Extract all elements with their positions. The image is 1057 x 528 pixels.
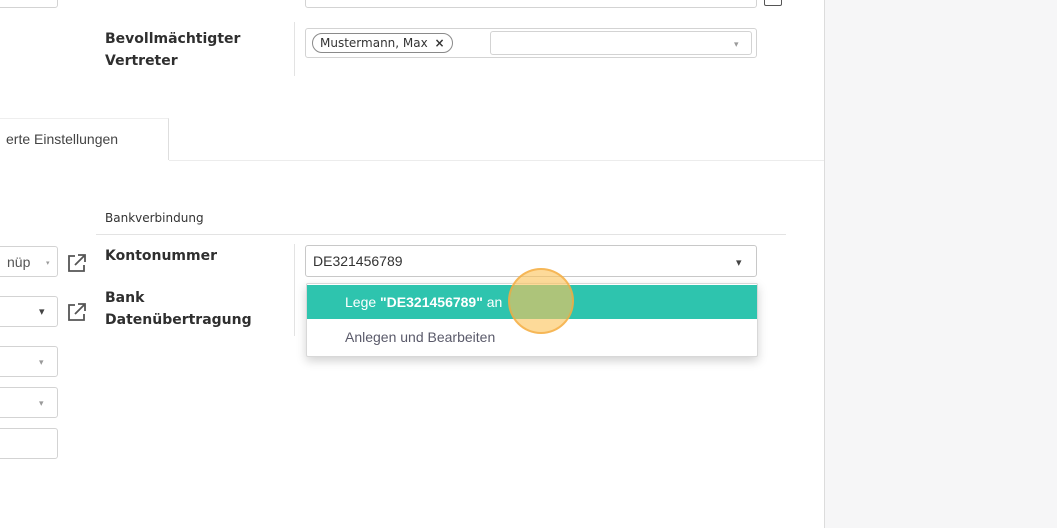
- left-select-field[interactable]: ▾: [0, 296, 58, 327]
- chevron-down-icon[interactable]: ▾: [734, 39, 739, 50]
- section-divider: [96, 234, 786, 235]
- create-option-prefix: Lege: [345, 294, 381, 310]
- form-sheet: Bevollmächtigter Vertreter Mustermann, M…: [0, 0, 825, 528]
- close-icon[interactable]: ×: [435, 36, 445, 50]
- representative-input[interactable]: [490, 31, 752, 55]
- tab-label: erte Einstellungen: [6, 131, 119, 147]
- chevron-down-icon[interactable]: ▾: [39, 398, 44, 409]
- bank-transfer-label: Bank Datenübertragung: [105, 290, 252, 328]
- chevron-down-icon[interactable]: ▾: [39, 305, 45, 318]
- click-indicator: [508, 268, 574, 334]
- representative-label: Bevollmächtigter Vertreter: [105, 31, 241, 69]
- left-field-5[interactable]: [0, 428, 58, 459]
- representative-tag-label: Mustermann, Max: [320, 36, 428, 50]
- left-link-field-text: nüp: [7, 254, 31, 270]
- left-field-3[interactable]: ▾: [0, 346, 58, 377]
- top-field[interactable]: [305, 0, 757, 8]
- account-value: DE321456789: [313, 253, 403, 269]
- create-option-value: "DE321456789": [380, 294, 483, 310]
- left-link-field[interactable]: nüp ▾: [0, 246, 58, 277]
- representative-divider: [294, 22, 295, 76]
- external-link-icon[interactable]: [66, 252, 88, 274]
- top-field-side-icon[interactable]: [764, 0, 782, 6]
- representative-tag: Mustermann, Max ×: [312, 33, 453, 53]
- left-field-4[interactable]: ▾: [0, 387, 58, 418]
- create-option-suffix: an: [482, 294, 503, 310]
- create-and-edit-label: Anlegen und Bearbeiten: [345, 329, 496, 345]
- top-left-field[interactable]: [0, 0, 58, 8]
- chevron-down-icon[interactable]: ▾: [736, 256, 742, 269]
- account-divider: [294, 244, 295, 336]
- chevron-down-icon[interactable]: ▾: [46, 259, 50, 267]
- representative-field[interactable]: Mustermann, Max × ▾: [305, 28, 757, 58]
- tab-advanced-settings[interactable]: erte Einstellungen: [0, 118, 169, 160]
- external-link-icon[interactable]: [66, 301, 88, 323]
- chevron-down-icon[interactable]: ▾: [39, 357, 44, 368]
- section-title: Bankverbindung: [105, 211, 204, 225]
- tab-bottom-line: [169, 160, 824, 161]
- account-label: Kontonummer: [105, 248, 218, 264]
